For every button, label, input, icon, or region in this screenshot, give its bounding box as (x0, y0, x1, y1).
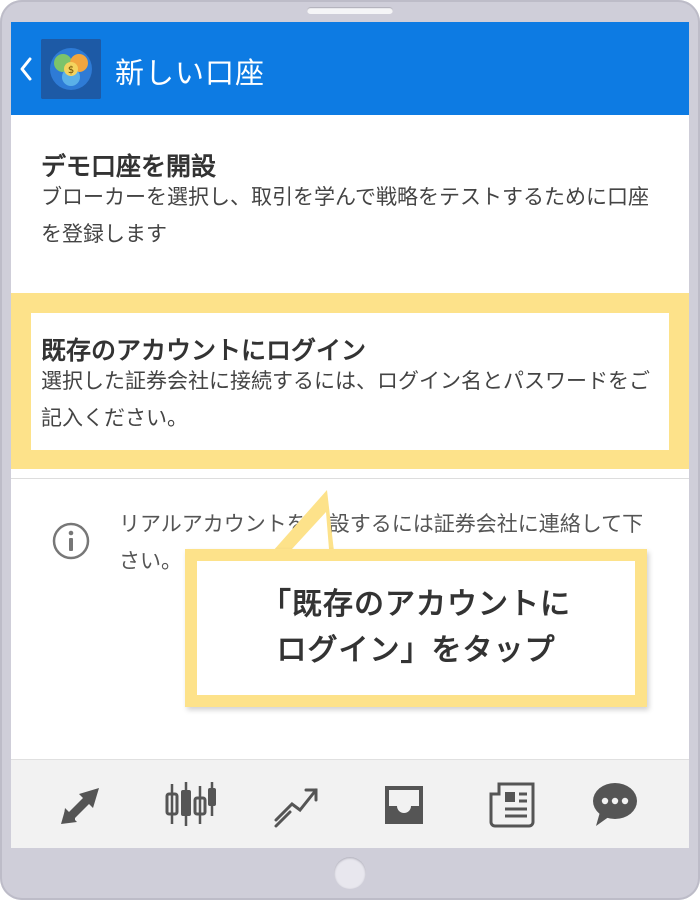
page-title: 新しい口座 (115, 56, 266, 90)
device-frame: $ 新しい口座 デモ口座を開設 ブローカーを選択し、取引を学んで戦略をテストする… (0, 0, 700, 900)
quotes-tab[interactable] (55, 778, 109, 830)
app-bar: $ 新しい口座 (11, 22, 689, 115)
existing-account-description: 選択した証券会社に接続するには、ログイン名とパスワードをご記入ください。 (41, 369, 650, 430)
quotes-icon (61, 788, 99, 824)
highlight-frame: 既存のアカウントにログイン 選択した証券会社に接続するには、ログイン名とパスワー… (11, 293, 689, 469)
news-icon (489, 782, 535, 828)
chart-tab[interactable] (162, 778, 216, 830)
bottom-tab-bar (11, 759, 689, 848)
app-logo-icon[interactable]: $ (41, 39, 101, 99)
demo-account-title: デモ口座を開設 (41, 152, 217, 181)
callout-body: 「既存のアカウントに ログイン」をタップ (197, 561, 635, 695)
instruction-callout: 「既存のアカウントに ログイン」をタップ (185, 549, 647, 707)
callout-text: 「既存のアカウントに ログイン」をタップ (261, 587, 571, 668)
chart-icon (165, 782, 216, 826)
trade-tab[interactable] (270, 778, 324, 830)
history-icon (385, 786, 423, 824)
demo-account-description: ブローカーを選択し、取引を学んで戦略をテストするために口座を登録します (41, 185, 649, 246)
home-button[interactable] (334, 857, 366, 889)
svg-text:$: $ (68, 65, 74, 76)
device-speaker (307, 7, 393, 14)
divider (11, 478, 689, 479)
chat-tab[interactable] (588, 778, 642, 830)
info-icon (52, 522, 90, 560)
history-tab[interactable] (377, 778, 431, 830)
chat-icon (593, 783, 637, 826)
open-demo-account-item[interactable]: デモ口座を開設 ブローカーを選択し、取引を学んで戦略をテストするために口座を登録… (11, 115, 689, 290)
trade-icon (274, 788, 318, 828)
existing-account-title: 既存のアカウントにログイン (41, 336, 367, 365)
screen: $ 新しい口座 デモ口座を開設 ブローカーを選択し、取引を学んで戦略をテストする… (11, 22, 689, 848)
chevron-left-icon[interactable] (19, 56, 33, 82)
login-existing-account-item[interactable]: 既存のアカウントにログイン 選択した証券会社に接続するには、ログイン名とパスワー… (31, 313, 669, 450)
news-tab[interactable] (485, 778, 539, 830)
